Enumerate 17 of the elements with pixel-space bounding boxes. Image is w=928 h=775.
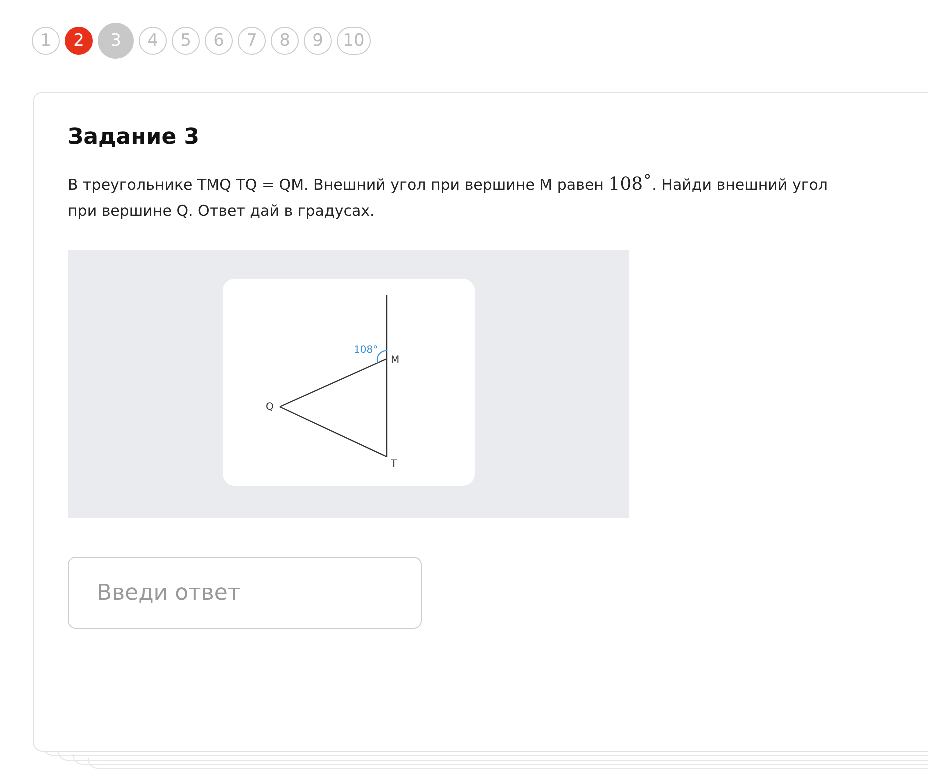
- page-button[interactable]: 4: [139, 27, 167, 55]
- page-button[interactable]: 5: [172, 27, 200, 55]
- angle-arc: [376, 350, 387, 364]
- vertex-label: Q: [266, 402, 274, 413]
- question-text: В треугольнике TMQ TQ = QM. Внешний угол при вершине M равен 108˚. Найди внешний угол при вершине Q. Ответ дай в градусах.: [68, 173, 829, 222]
- page-button[interactable]: 9: [304, 27, 332, 55]
- angle-label: 108°: [354, 345, 378, 356]
- task-title: Задание 3: [68, 124, 201, 150]
- vertex-label: M: [390, 355, 400, 366]
- page-button[interactable]: 2: [65, 27, 93, 55]
- vertex-label: T: [390, 459, 397, 470]
- page-button[interactable]: 6: [205, 27, 233, 55]
- answer-field[interactable]: Введи ответ: [68, 557, 422, 629]
- page-button[interactable]: 10: [337, 27, 371, 55]
- page-button[interactable]: 7: [238, 27, 266, 55]
- page-button[interactable]: 8: [271, 27, 299, 55]
- page-button[interactable]: 1: [32, 27, 60, 55]
